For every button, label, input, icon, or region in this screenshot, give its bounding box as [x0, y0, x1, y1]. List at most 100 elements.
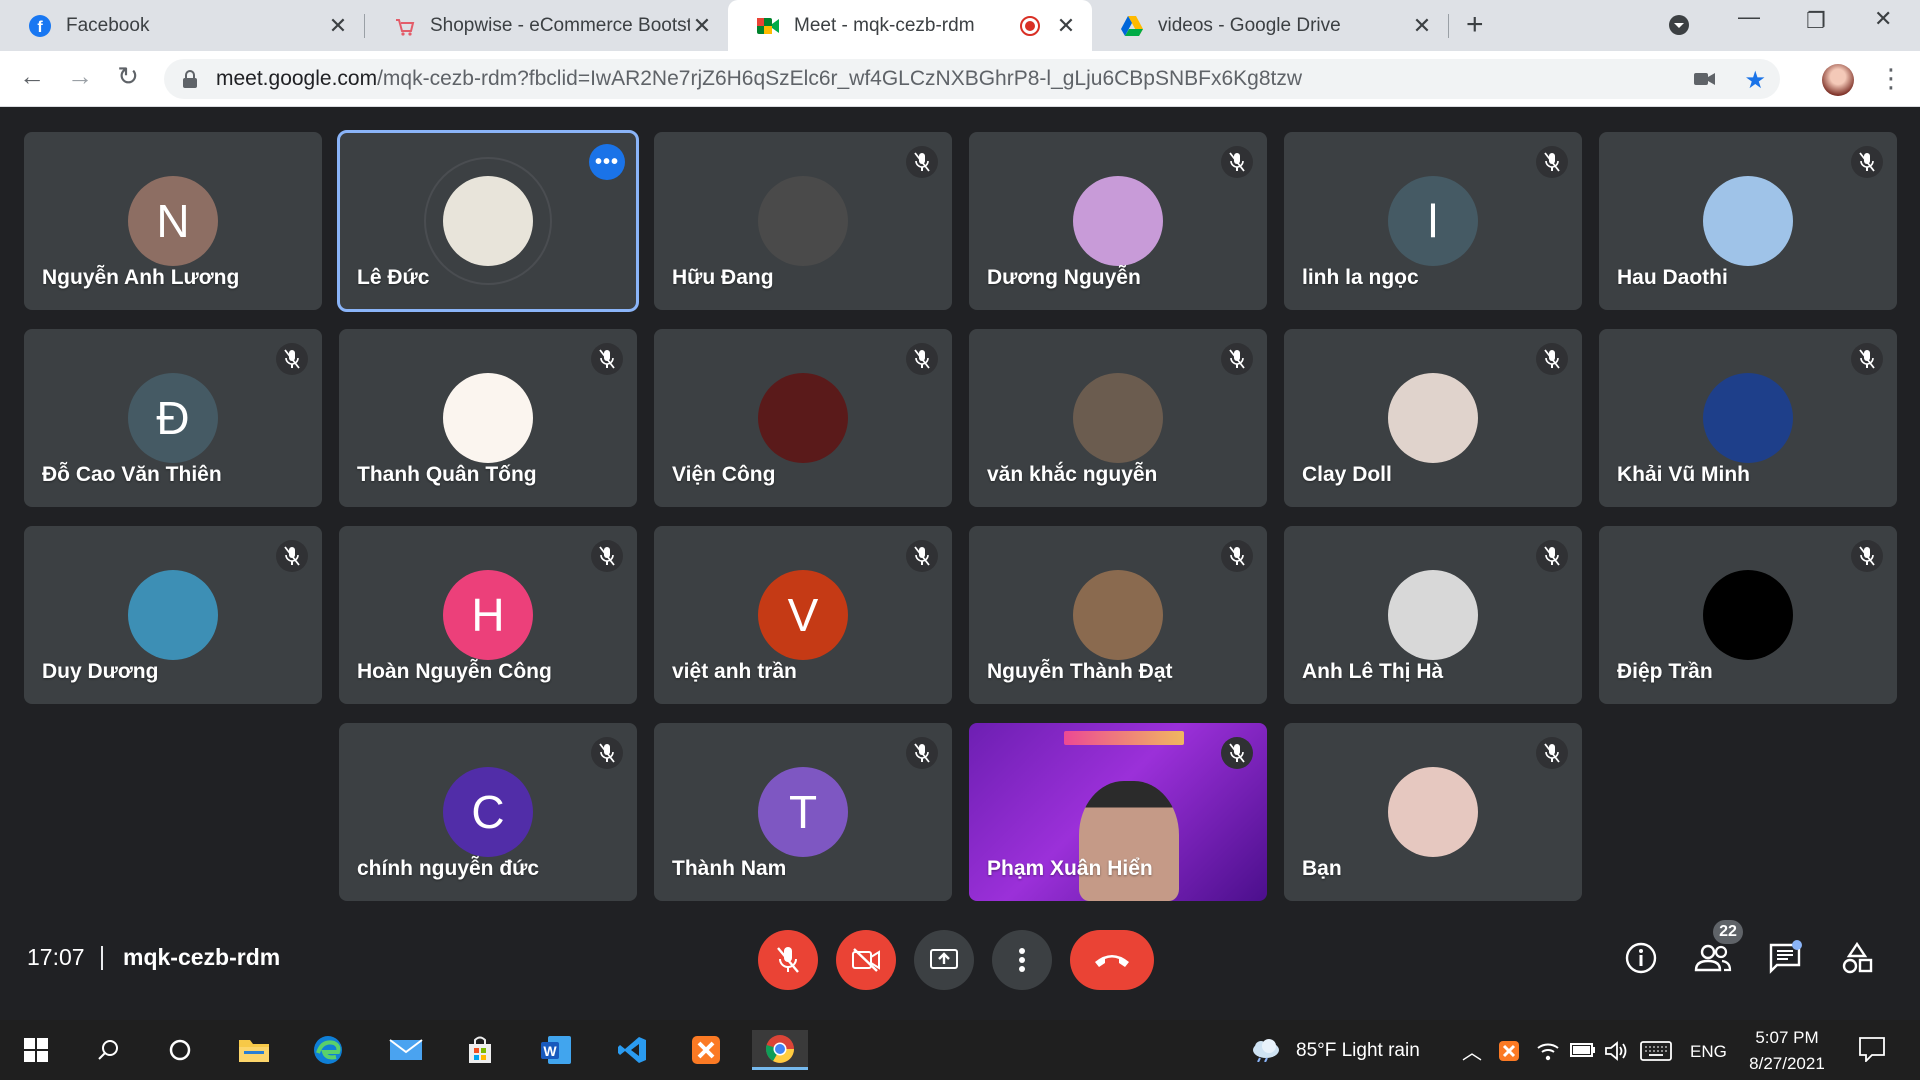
- participant-name: Hoàn Nguyễn Công: [357, 660, 552, 683]
- participant-tile[interactable]: Cchính nguyễn đức: [339, 723, 637, 901]
- avatar-initial: Đ: [156, 392, 190, 444]
- participant-name: Clay Doll: [1302, 463, 1392, 486]
- participant-tile[interactable]: Hữu Đang: [654, 132, 952, 310]
- participant-tile[interactable]: Duy Dương: [24, 526, 322, 704]
- weather-icon[interactable]: [1250, 1038, 1282, 1068]
- more-options-button[interactable]: [992, 930, 1052, 990]
- bookmark-star-icon[interactable]: ★: [1744, 66, 1766, 95]
- close-tab-icon[interactable]: ✕: [326, 13, 350, 39]
- activities-button[interactable]: [1835, 936, 1879, 980]
- meeting-details-button[interactable]: [1619, 936, 1663, 980]
- participant-avatar: [1073, 570, 1163, 660]
- address-bar[interactable]: meet.google.com/mqk-cezb-rdm?fbclid=IwAR…: [164, 59, 1780, 99]
- wifi-icon[interactable]: [1536, 1040, 1560, 1068]
- taskbar-clock-date[interactable]: 8/27/2021: [1732, 1054, 1842, 1074]
- close-tab-icon[interactable]: ✕: [1410, 13, 1434, 39]
- meeting-time: 17:07: [27, 944, 85, 970]
- participant-name: Thành Nam: [672, 857, 787, 880]
- participant-tile[interactable]: H Hoàn Nguyễn Công: [339, 526, 637, 704]
- back-button[interactable]: ←: [14, 61, 50, 92]
- leave-call-button[interactable]: [1070, 930, 1154, 990]
- search-icon[interactable]: [80, 1030, 136, 1070]
- url-host: meet.google.com: [216, 67, 378, 90]
- chrome-menu-icon[interactable]: ⋮: [1878, 63, 1904, 94]
- mic-off-icon: [1221, 737, 1253, 769]
- participant-tile[interactable]: l linh la ngọc: [1284, 132, 1582, 310]
- xampp-tray-icon[interactable]: [1498, 1040, 1520, 1068]
- xampp-icon[interactable]: [678, 1030, 734, 1070]
- input-language[interactable]: ENG: [1690, 1042, 1727, 1062]
- participant-tile[interactable]: Điệp Trần: [1599, 526, 1897, 704]
- participant-tile[interactable]: Phạm Xuân Hiển: [969, 723, 1267, 901]
- participant-tile[interactable]: Khải Vũ Minh: [1599, 329, 1897, 507]
- participant-tile[interactable]: N Nguyễn Anh Lương: [24, 132, 322, 310]
- participant-name: Viện Công: [672, 463, 776, 486]
- participant-count-badge: 22: [1713, 920, 1743, 944]
- meeting-controls-bar: 17:07 mqk-cezb-rdm 22: [0, 908, 1920, 1020]
- keyboard-icon[interactable]: [1640, 1040, 1672, 1068]
- participant-tile[interactable]: Viện Công: [654, 329, 952, 507]
- participant-name: linh la ngọc: [1302, 266, 1419, 289]
- microphone-toggle-button[interactable]: [758, 930, 818, 990]
- notification-center-icon[interactable]: [1858, 1036, 1886, 1068]
- weather-text[interactable]: 85°F Light rain: [1296, 1040, 1420, 1062]
- more-vert-icon: [1019, 948, 1025, 972]
- tab-shopwise[interactable]: Shopwise - eCommerce Bootstra ✕: [364, 0, 728, 51]
- forward-button[interactable]: →: [62, 61, 98, 92]
- participant-tile[interactable]: Anh Lê Thị Hà: [1284, 526, 1582, 704]
- close-tab-icon[interactable]: ✕: [690, 13, 714, 39]
- present-screen-button[interactable]: [914, 930, 974, 990]
- new-tab-button[interactable]: +: [1466, 8, 1484, 42]
- participant-tile[interactable]: Nguyễn Thành Đạt: [969, 526, 1267, 704]
- camera-toggle-button[interactable]: [836, 930, 896, 990]
- profile-avatar[interactable]: [1822, 64, 1854, 96]
- tab-search-button[interactable]: [1668, 6, 1690, 42]
- participant-avatar: [1703, 373, 1793, 463]
- url-path: /mqk-cezb-rdm?fbclid=IwAR2Ne7rjZ6H6qSzEl…: [377, 67, 1303, 90]
- info-icon: [1625, 942, 1657, 974]
- volume-icon[interactable]: [1604, 1040, 1628, 1068]
- start-button[interactable]: [8, 1030, 64, 1070]
- participant-tile[interactable]: Đ Đỗ Cao Văn Thiên: [24, 329, 322, 507]
- vscode-icon[interactable]: [604, 1030, 660, 1070]
- close-window-button[interactable]: ✕: [1874, 6, 1892, 32]
- restore-button[interactable]: ❐: [1806, 8, 1826, 34]
- participant-avatar: [758, 373, 848, 463]
- participant-avatar: [1073, 373, 1163, 463]
- cortana-icon[interactable]: [152, 1030, 208, 1070]
- word-icon[interactable]: W: [528, 1030, 584, 1070]
- file-explorer-icon[interactable]: [226, 1030, 282, 1070]
- edge-icon[interactable]: [300, 1030, 356, 1070]
- chrome-taskbar-icon[interactable]: [752, 1030, 808, 1070]
- participant-avatar: l: [1388, 176, 1478, 266]
- participant-tile[interactable]: Hau Daothi: [1599, 132, 1897, 310]
- participant-tile[interactable]: văn khắc nguyễn: [969, 329, 1267, 507]
- participant-tile[interactable]: Clay Doll: [1284, 329, 1582, 507]
- store-icon[interactable]: [452, 1030, 508, 1070]
- mic-off-icon: [1536, 343, 1568, 375]
- present-icon: [930, 949, 958, 969]
- participant-tile[interactable]: Vviệt anh trần: [654, 526, 952, 704]
- taskbar-clock-time[interactable]: 5:07 PM: [1732, 1028, 1842, 1048]
- tab-facebook[interactable]: f Facebook ✕: [0, 0, 365, 51]
- mail-icon[interactable]: [378, 1030, 434, 1070]
- participant-options-button[interactable]: •••: [589, 144, 625, 180]
- participant-tile[interactable]: Bạn: [1284, 723, 1582, 901]
- show-hidden-icons-icon[interactable]: ︿: [1462, 1036, 1482, 1065]
- participant-tile[interactable]: ••• Lê Đức: [337, 130, 639, 312]
- tab-drive[interactable]: videos - Google Drive ✕: [1092, 0, 1449, 51]
- tab-meet[interactable]: Meet - mqk-cezb-rdm ✕: [728, 0, 1092, 51]
- windows-logo-icon: [24, 1038, 48, 1062]
- close-tab-icon[interactable]: ✕: [1054, 13, 1078, 39]
- minimize-button[interactable]: —: [1738, 4, 1760, 30]
- reload-button[interactable]: ↻: [110, 61, 146, 92]
- participant-tile[interactable]: Dương Nguyễn: [969, 132, 1267, 310]
- participant-avatar: [1388, 570, 1478, 660]
- participant-name: Khải Vũ Minh: [1617, 463, 1750, 486]
- participant-tile[interactable]: Thanh Quân Tống: [339, 329, 637, 507]
- camera-indicator-icon[interactable]: [1694, 69, 1716, 93]
- mic-off-icon: [777, 947, 799, 973]
- participant-tile[interactable]: T Thành Nam: [654, 723, 952, 901]
- battery-icon[interactable]: [1570, 1042, 1596, 1064]
- participant-avatar: [443, 373, 533, 463]
